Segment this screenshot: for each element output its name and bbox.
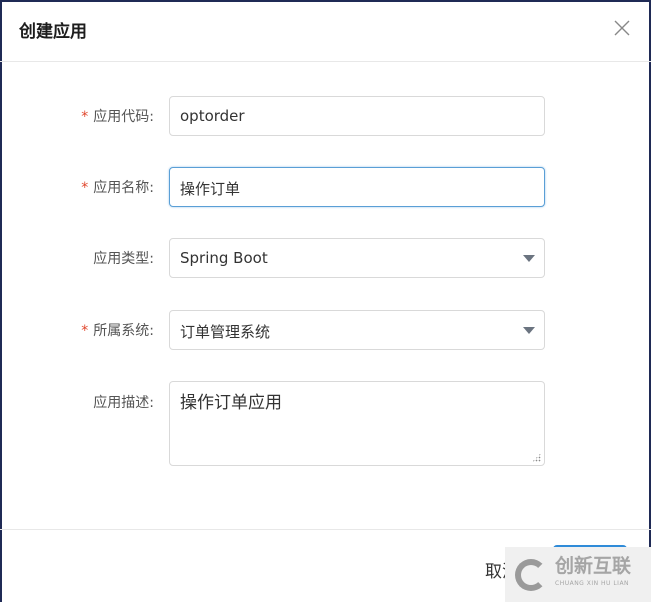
- system-value: 订单管理系统: [180, 323, 271, 341]
- app-code-label: * 应用代码:: [81, 106, 154, 126]
- label-text: 应用代码:: [93, 109, 154, 125]
- description-label: 应用描述:: [93, 395, 154, 411]
- app-code-input[interactable]: optorder: [169, 96, 545, 136]
- dialog-title: 创建应用: [19, 22, 87, 42]
- watermark-subtext: CHUANG XIN HU LIAN: [555, 579, 630, 587]
- watermark-text: 创新互联: [555, 554, 632, 577]
- chevron-down-icon[interactable]: [523, 255, 535, 262]
- watermark-logo-icon: [515, 558, 547, 591]
- watermark: 创新互联 CHUANG XIN HU LIAN: [505, 547, 651, 602]
- app-type-value: Spring Boot: [180, 249, 268, 267]
- app-name-input[interactable]: 操作订单: [169, 167, 545, 207]
- dialog-frame: [0, 0, 651, 602]
- close-icon[interactable]: [612, 18, 632, 38]
- label-text: 所属系统:: [93, 323, 154, 339]
- required-mark: *: [81, 323, 89, 339]
- system-select[interactable]: 订单管理系统: [169, 310, 545, 350]
- label-text: 应用名称:: [93, 180, 154, 196]
- dialog-header: 创建应用: [0, 0, 651, 62]
- chevron-down-icon[interactable]: [523, 327, 535, 334]
- app-type-label: 应用类型:: [93, 251, 154, 267]
- description-textarea[interactable]: 操作订单应用: [169, 381, 545, 466]
- required-mark: *: [81, 109, 89, 125]
- required-mark: *: [81, 180, 89, 196]
- resize-handle-icon[interactable]: [532, 453, 541, 462]
- description-value: 操作订单应用: [180, 393, 282, 413]
- app-name-label: * 应用名称:: [81, 177, 154, 197]
- app-type-select[interactable]: Spring Boot: [169, 238, 545, 278]
- system-label: * 所属系统:: [81, 320, 154, 340]
